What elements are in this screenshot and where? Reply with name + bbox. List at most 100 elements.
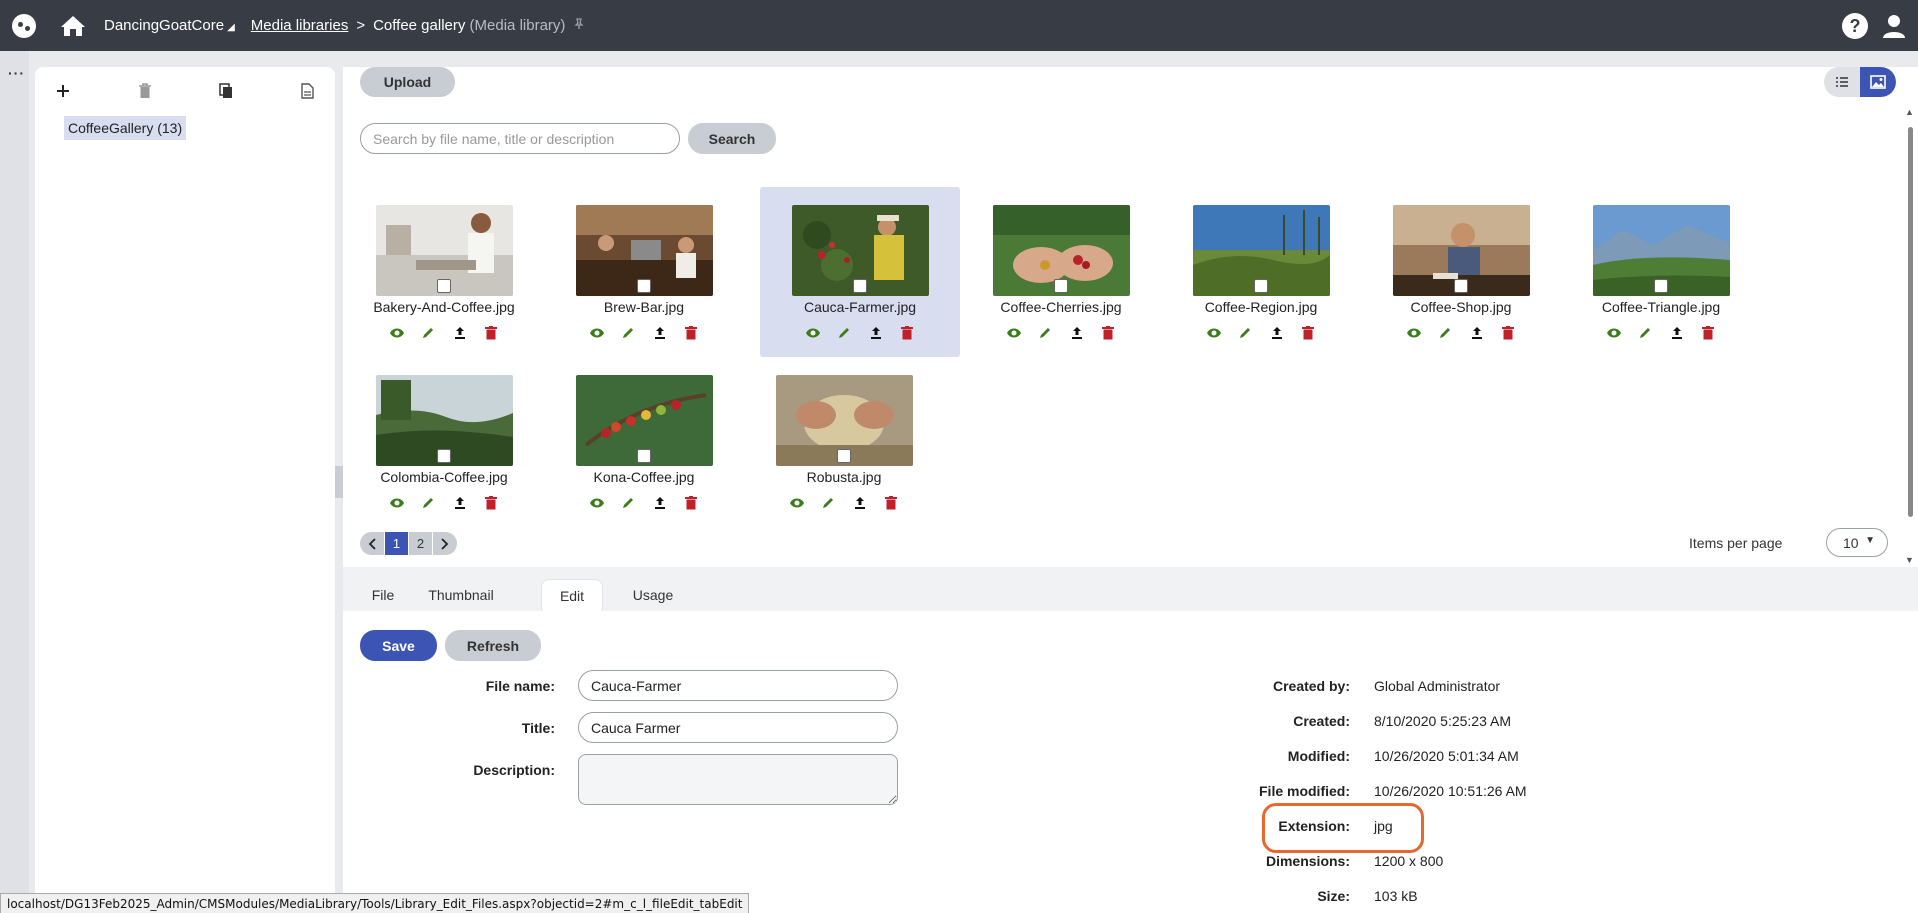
next-page-icon[interactable] [433, 532, 457, 555]
user-icon[interactable] [1880, 12, 1908, 40]
file-checkbox[interactable] [1054, 279, 1068, 293]
delete-icon[interactable] [1299, 324, 1317, 342]
file-checkbox[interactable] [637, 279, 651, 293]
upload-icon[interactable] [651, 494, 669, 512]
scrollbar-thumb[interactable] [1908, 127, 1913, 517]
upload-icon[interactable] [1468, 324, 1486, 342]
dimensions-label: Dimensions: [1265, 853, 1350, 869]
view-icon[interactable] [804, 324, 822, 342]
search-button[interactable]: Search [688, 123, 776, 154]
tab-file[interactable]: File [363, 579, 403, 611]
delete-icon[interactable] [898, 324, 916, 342]
pin-icon[interactable] [573, 18, 585, 33]
view-icon[interactable] [788, 494, 806, 512]
upload-icon[interactable] [867, 324, 885, 342]
delete-icon[interactable] [1499, 324, 1517, 342]
upload-icon[interactable] [651, 324, 669, 342]
upload-icon[interactable] [451, 494, 469, 512]
page-button-1[interactable]: 1 [385, 532, 408, 555]
edit-icon[interactable] [835, 324, 853, 342]
list-view-icon[interactable] [1824, 67, 1860, 97]
edit-icon[interactable] [1636, 324, 1654, 342]
view-icon[interactable] [1005, 324, 1023, 342]
upload-icon[interactable] [851, 494, 869, 512]
file-tile[interactable]: Coffee-Region.jpg [1161, 187, 1361, 357]
file-checkbox[interactable] [437, 449, 451, 463]
site-selector[interactable]: DancingGoatCore ◢ [104, 17, 235, 34]
edit-icon[interactable] [419, 494, 437, 512]
move-folder-icon[interactable] [298, 81, 318, 101]
view-icon[interactable] [388, 324, 406, 342]
file-tile[interactable]: Robusta.jpg [744, 357, 944, 527]
edit-icon[interactable] [619, 494, 637, 512]
edit-icon[interactable] [1436, 324, 1454, 342]
title-field[interactable] [578, 712, 898, 743]
delete-icon[interactable] [682, 494, 700, 512]
tab-edit[interactable]: Edit [541, 579, 603, 611]
add-folder-icon[interactable] [53, 81, 73, 101]
view-icon[interactable] [388, 494, 406, 512]
edit-icon[interactable] [1036, 324, 1054, 342]
file-name: Bakery-And-Coffee.jpg [373, 299, 515, 315]
view-icon[interactable] [1405, 324, 1423, 342]
search-input[interactable] [360, 123, 680, 154]
home-icon[interactable] [60, 13, 86, 39]
file-tile-selected[interactable]: Cauca-Farmer.jpg [760, 187, 960, 357]
file-tile[interactable]: Brew-Bar.jpg [544, 187, 744, 357]
more-menu-icon[interactable]: ··· [8, 65, 25, 81]
tile-view-icon[interactable] [1860, 67, 1896, 97]
delete-icon[interactable] [1699, 324, 1717, 342]
file-tile[interactable]: Coffee-Cherries.jpg [961, 187, 1161, 357]
file-tile[interactable]: Colombia-Coffee.jpg [344, 357, 544, 527]
upload-icon[interactable] [1068, 324, 1086, 342]
view-icon[interactable] [588, 324, 606, 342]
file-checkbox[interactable] [1454, 279, 1468, 293]
prev-page-icon[interactable] [360, 532, 384, 555]
file-tile[interactable]: Kona-Coffee.jpg [544, 357, 744, 527]
tab-thumbnail[interactable]: Thumbnail [418, 579, 504, 611]
view-icon[interactable] [1205, 324, 1223, 342]
description-field[interactable] [578, 754, 898, 805]
breadcrumb-current: Coffee gallery (Media library) [373, 17, 565, 34]
refresh-button[interactable]: Refresh [445, 630, 541, 661]
view-icon[interactable] [588, 494, 606, 512]
save-button[interactable]: Save [360, 630, 437, 661]
delete-icon[interactable] [1099, 324, 1117, 342]
file-name-field[interactable] [578, 670, 898, 701]
scroll-up-icon[interactable]: ▲ [1905, 107, 1914, 117]
upload-icon[interactable] [1268, 324, 1286, 342]
delete-icon[interactable] [682, 324, 700, 342]
view-icon[interactable] [1605, 324, 1623, 342]
file-tile[interactable]: Coffee-Shop.jpg [1361, 187, 1561, 357]
delete-icon[interactable] [482, 324, 500, 342]
delete-icon[interactable] [482, 494, 500, 512]
copy-folder-icon[interactable] [216, 81, 236, 101]
file-checkbox[interactable] [837, 449, 851, 463]
grid-scrollbar[interactable]: ▲ ▼ [1905, 107, 1915, 565]
items-per-page-select[interactable]: 10 ▼ [1826, 528, 1888, 557]
app-logo-icon[interactable] [12, 13, 36, 38]
file-checkbox[interactable] [437, 279, 451, 293]
file-checkbox[interactable] [1654, 279, 1668, 293]
page-button-2[interactable]: 2 [409, 532, 432, 555]
tree-node-coffeegallery[interactable]: CoffeeGallery (13) [64, 116, 187, 140]
edit-icon[interactable] [1236, 324, 1254, 342]
scroll-down-icon[interactable]: ▼ [1905, 555, 1914, 565]
upload-icon[interactable] [1668, 324, 1686, 342]
breadcrumb-media-libraries[interactable]: Media libraries [251, 17, 349, 34]
file-tile[interactable]: Bakery-And-Coffee.jpg [344, 187, 544, 357]
delete-icon[interactable] [882, 494, 900, 512]
upload-button[interactable]: Upload [360, 67, 455, 97]
file-tile[interactable]: Coffee-Triangle.jpg [1561, 187, 1761, 357]
file-actions [1005, 324, 1117, 342]
edit-icon[interactable] [819, 494, 837, 512]
file-checkbox[interactable] [1254, 279, 1268, 293]
delete-folder-icon[interactable] [135, 81, 155, 101]
edit-icon[interactable] [619, 324, 637, 342]
help-icon[interactable]: ? [1842, 13, 1868, 39]
file-checkbox[interactable] [637, 449, 651, 463]
file-checkbox[interactable] [853, 279, 867, 293]
tab-usage[interactable]: Usage [626, 579, 680, 611]
upload-icon[interactable] [451, 324, 469, 342]
edit-icon[interactable] [419, 324, 437, 342]
